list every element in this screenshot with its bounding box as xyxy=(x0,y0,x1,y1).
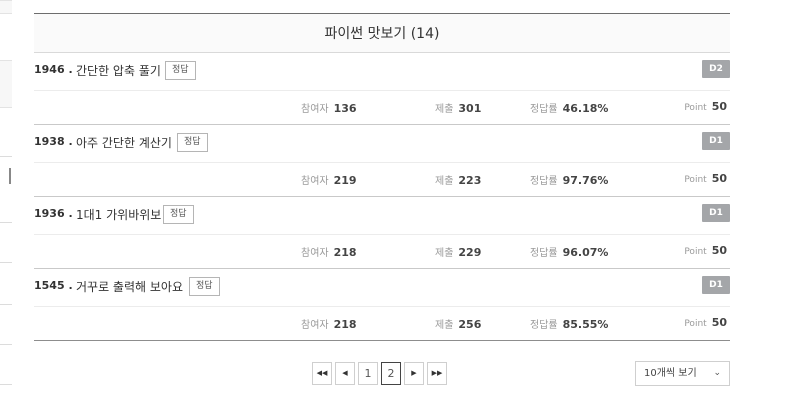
answer-button[interactable]: 정답 xyxy=(177,133,208,152)
page-2-button[interactable]: 2 xyxy=(381,362,401,385)
difficulty-badge: D1 xyxy=(702,132,730,150)
per-page-value: 10개씩 보기 xyxy=(644,368,697,379)
sidebar-edge xyxy=(0,0,12,415)
submissions-value: 223 xyxy=(458,174,482,187)
sidebar-divider xyxy=(0,384,12,385)
point-label: Point xyxy=(684,247,707,257)
sidebar-block xyxy=(0,0,12,14)
point-label: Point xyxy=(684,175,707,185)
problem-stats: 참여자 219 제출 223 정답률 97.76% Point 50 xyxy=(34,162,730,196)
problem-number: 1545 . xyxy=(34,279,73,292)
problem-item: 1938 . 아주 간단한 계산기 정답 D1 참여자 219 제출 223 정답률… xyxy=(34,125,730,197)
point-value: 50 xyxy=(711,100,727,113)
problem-number: 1946 . xyxy=(34,63,73,76)
sidebar-divider xyxy=(0,156,12,157)
sidebar-block xyxy=(0,60,12,108)
page-1-button[interactable]: 1 xyxy=(358,362,378,385)
point-value: 50 xyxy=(711,244,727,257)
participants-label: 참여자 xyxy=(301,176,329,187)
difficulty-badge: D1 xyxy=(702,276,730,294)
accuracy-label: 정답률 xyxy=(530,320,558,331)
problem-title-link[interactable]: 간단한 압축 풀기 xyxy=(76,62,161,79)
accuracy-label: 정답률 xyxy=(530,104,558,115)
submissions-label: 제출 xyxy=(435,320,454,331)
accuracy-value: 97.76% xyxy=(562,174,609,187)
participants-label: 참여자 xyxy=(301,104,329,115)
participants-value: 218 xyxy=(333,246,357,259)
difficulty-badge: D1 xyxy=(702,204,730,222)
chevron-left-icon[interactable]: ◀ xyxy=(335,362,355,385)
answer-button[interactable]: 정답 xyxy=(165,61,196,80)
submissions-value: 229 xyxy=(458,246,482,259)
point-label: Point xyxy=(684,319,707,329)
submissions-label: 제출 xyxy=(435,176,454,187)
submissions-value: 256 xyxy=(458,318,482,331)
problem-title-link[interactable]: 거꾸로 출력해 보아요 xyxy=(76,278,183,295)
problem-stats: 참여자 218 제출 256 정답률 85.55% Point 50 xyxy=(34,306,730,340)
submissions-label: 제출 xyxy=(435,104,454,115)
accuracy-value: 85.55% xyxy=(562,318,609,331)
answer-button[interactable]: 정답 xyxy=(189,277,220,296)
problem-item: 1545 . 거꾸로 출력해 보아요 정답 D1 참여자 218 제출 256 정답… xyxy=(34,269,730,341)
problem-number: 1936 . xyxy=(34,207,73,220)
problem-stats: 참여자 136 제출 301 정답률 46.18% Point 50 xyxy=(34,90,730,124)
sidebar-divider xyxy=(0,222,12,223)
problem-title-link[interactable]: 1대1 가위바위보 xyxy=(76,206,161,223)
problem-title-link[interactable]: 아주 간단한 계산기 xyxy=(76,134,172,151)
sidebar-scroll-handle[interactable] xyxy=(9,168,11,184)
point-value: 50 xyxy=(711,172,727,185)
double-chevron-right-icon[interactable]: ▶▶ xyxy=(427,362,447,385)
chevron-right-icon[interactable]: ▶ xyxy=(404,362,424,385)
problem-stats: 참여자 218 제출 229 정답률 96.07% Point 50 xyxy=(34,234,730,268)
participants-value: 219 xyxy=(333,174,357,187)
submissions-value: 301 xyxy=(458,102,482,115)
sidebar-divider xyxy=(0,262,12,263)
accuracy-value: 46.18% xyxy=(562,102,609,115)
participants-label: 참여자 xyxy=(301,320,329,331)
accuracy-label: 정답률 xyxy=(530,248,558,259)
participants-label: 참여자 xyxy=(301,248,329,259)
accuracy-value: 96.07% xyxy=(562,246,609,259)
sidebar-divider xyxy=(0,344,12,345)
difficulty-badge: D2 xyxy=(702,60,730,78)
problem-number: 1938 . xyxy=(34,135,73,148)
double-chevron-left-icon[interactable]: ◀◀ xyxy=(312,362,332,385)
accuracy-label: 정답률 xyxy=(530,176,558,187)
panel-title: 파이썬 맛보기 (14) xyxy=(324,26,440,42)
submissions-label: 제출 xyxy=(435,248,454,259)
sidebar-divider xyxy=(0,304,12,305)
problem-item: 1946 . 간단한 압축 풀기 정답 D2 참여자 136 제출 301 정답률 4… xyxy=(34,53,730,125)
answer-button[interactable]: 정답 xyxy=(163,205,194,224)
problem-item: 1936 . 1대1 가위바위보 정답 D1 참여자 218 제출 229 정답률 9… xyxy=(34,197,730,269)
chevron-down-icon: ⌄ xyxy=(713,368,721,378)
participants-value: 136 xyxy=(333,102,357,115)
point-value: 50 xyxy=(711,316,727,329)
problem-list-panel: 파이썬 맛보기 (14) 1946 . 간단한 압축 풀기 정답 D2 참여자 1… xyxy=(34,13,730,341)
per-page-select[interactable]: 10개씩 보기 ⌄ xyxy=(635,361,730,386)
participants-value: 218 xyxy=(333,318,357,331)
point-label: Point xyxy=(684,103,707,113)
pagination: ◀◀ ◀ 1 2 ▶ ▶▶ xyxy=(312,362,450,385)
panel-header: 파이썬 맛보기 (14) xyxy=(34,13,730,53)
